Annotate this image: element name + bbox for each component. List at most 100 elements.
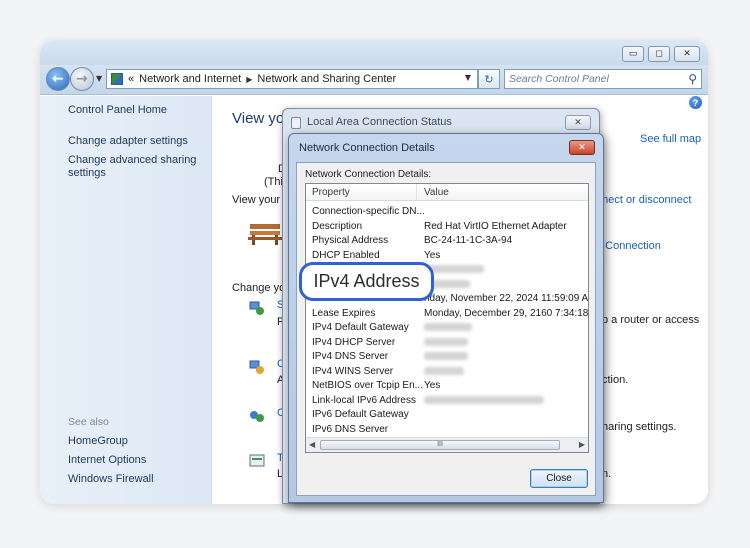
property-cell: IPv4 DNS Server [312,351,389,362]
table-row[interactable]: Physical Address BC-24-11-1C-3A-94 [306,234,588,248]
table-row[interactable]: Description Red Hat VirtIO Ethernet Adapt… [306,220,588,234]
property-cell: Physical Address [312,235,389,246]
sidebar-item-windows-firewall[interactable]: Windows Firewall [68,473,154,486]
value-cell: Monday, December 29, 2160 7:34:18 PM [424,307,589,319]
back-button[interactable]: ← [46,67,70,91]
table-row[interactable]: NetBIOS over Tcpip En... Yes [306,379,588,393]
page-title: View yo [232,110,285,127]
refresh-button[interactable]: ↻ [478,69,500,89]
table-row[interactable]: Lease Expires Monday, December 29, 2160 7… [306,307,589,321]
property-cell: Description [312,220,363,232]
close-button[interactable]: Close [530,469,588,488]
sidebar-item-change-adapter-settings[interactable]: Change adapter settings [68,135,188,148]
address-input[interactable]: « Network and Internet ▶ Network and Sha… [106,69,478,89]
table-row[interactable]: IPv4 Default Gateway [306,321,588,335]
value-cell: riday, November 22, 2024 11:59:09 AM [424,293,589,304]
table-row[interactable]: IPv6 DNS Server [306,423,588,437]
table-row[interactable]: Connection-specific DN... [306,205,588,219]
connect-disconnect-link[interactable]: nnect or disconnect [596,194,691,206]
table-row[interactable]: DHCP Enabled Yes [306,249,588,263]
forward-button[interactable]: → [70,67,94,91]
table-row[interactable]: IPv4 WINS Server [306,365,588,379]
refresh-icon: ↻ [484,72,494,86]
scroll-thumb[interactable]: III [320,440,560,450]
title-bar: ▭ ◻ ✕ [40,40,708,67]
change-networking-heading: Change yo [232,282,286,294]
address-dropdown-icon[interactable]: ▼ [465,73,471,82]
blurred-value [424,351,468,362]
blurred-value [424,337,468,348]
setup-router-text: p a router or access [602,314,700,326]
search-icon[interactable]: ⚲ [688,72,697,86]
details-dialog-close-button[interactable]: ✕ [569,140,595,155]
network-connection-details-dialog: Network Connection Details ✕ Network Con… [288,133,604,503]
details-dialog-body: Network Connection Details: Property Val… [296,162,596,496]
scroll-left-icon[interactable]: ◀ [309,440,315,449]
maximize-button[interactable]: ◻ [648,46,670,62]
search-input[interactable]: Search Control Panel ⚲ [504,69,702,89]
forward-arrow-icon: → [76,71,88,87]
sidebar-item-change-advanced-sharing[interactable]: Change advanced sharing settings [68,154,198,180]
property-cell: Connection-specific DN... [312,206,425,217]
property-cell: IPv6 DNS Server [312,423,389,435]
status-dialog-close-button[interactable]: ✕ [565,115,591,130]
sidebar-item-homegroup[interactable]: HomeGroup [68,435,128,448]
network-setup-icon [249,301,264,315]
breadcrumb-separator-icon[interactable]: ▶ [246,75,252,84]
details-label: Network Connection Details: [305,169,432,180]
chevron-icon[interactable]: « [128,73,134,85]
table-row[interactable]: IPv6 Default Gateway [306,408,588,422]
property-cell: Lease Expires [312,307,376,319]
value-cell: Yes [424,380,441,391]
search-placeholder: Search Control Panel [509,73,609,85]
connection-status-icon [291,117,301,129]
minimize-button[interactable]: ▭ [622,46,644,62]
property-cell: DHCP Enabled [312,249,380,261]
ipv4-address-callout: IPv4 Address [299,262,434,301]
property-cell: IPv6 Default Gateway [312,409,409,420]
column-header-value[interactable]: Value [424,187,449,198]
bench-icon [248,224,282,245]
network-name-subfragment: (Thi [264,176,283,188]
column-separator[interactable] [416,184,417,201]
blurred-value [424,366,464,377]
control-panel-icon [111,73,123,85]
sidebar: Control Panel Home Change adapter settin… [40,96,212,504]
history-dropdown-icon[interactable]: ▼ [96,74,102,83]
value-cell: Yes [424,249,441,261]
see-full-map-link[interactable]: See full map [640,133,701,145]
address-bar: ← → ▼ « Network and Internet ▶ Network a… [40,65,708,95]
horizontal-scrollbar[interactable]: ◀ III ▶ [306,437,588,452]
status-dialog-title: Local Area Connection Status [307,116,452,128]
property-cell: IPv4 DHCP Server [312,336,396,348]
value-cell: BC-24-11-1C-3A-94 [424,235,513,246]
table-row[interactable]: Link-local IPv6 Address [306,394,588,408]
value-cell: Red Hat VirtIO Ethernet Adapter [424,220,567,232]
sidebar-item-control-panel-home[interactable]: Control Panel Home [68,104,167,117]
scroll-right-icon[interactable]: ▶ [579,440,585,449]
blurred-value [424,322,472,333]
help-icon[interactable]: ? [689,96,702,109]
sidebar-item-internet-options[interactable]: Internet Options [68,454,146,467]
property-cell: IPv4 Default Gateway [312,322,409,333]
sharing-settings-text: haring settings. [602,421,677,433]
window-close-button[interactable]: ✕ [674,46,700,62]
see-also-heading: See also [68,416,109,428]
breadcrumb-network-internet[interactable]: Network and Internet [139,73,241,85]
details-dialog-title: Network Connection Details [299,142,435,154]
blurred-value [424,395,544,406]
property-cell: IPv4 WINS Server [312,365,394,377]
breadcrumb-network-sharing-center[interactable]: Network and Sharing Center [257,73,396,85]
view-active-networks-label: View your a [232,194,290,206]
troubleshoot-icon [249,454,265,467]
list-header: Property Value [306,184,588,201]
connect-network-icon [249,360,264,374]
table-row[interactable]: IPv4 DNS Server [306,350,588,364]
back-arrow-icon: ← [52,71,64,87]
window-controls: ▭ ◻ ✕ [622,46,700,62]
column-header-property[interactable]: Property [312,187,350,198]
table-row[interactable]: IPv4 DHCP Server [306,336,588,350]
details-list[interactable]: Property Value Connection-specific DN...… [305,183,589,453]
homegroup-icon [250,411,264,422]
local-area-connection-link[interactable]: a Connection [596,240,661,252]
